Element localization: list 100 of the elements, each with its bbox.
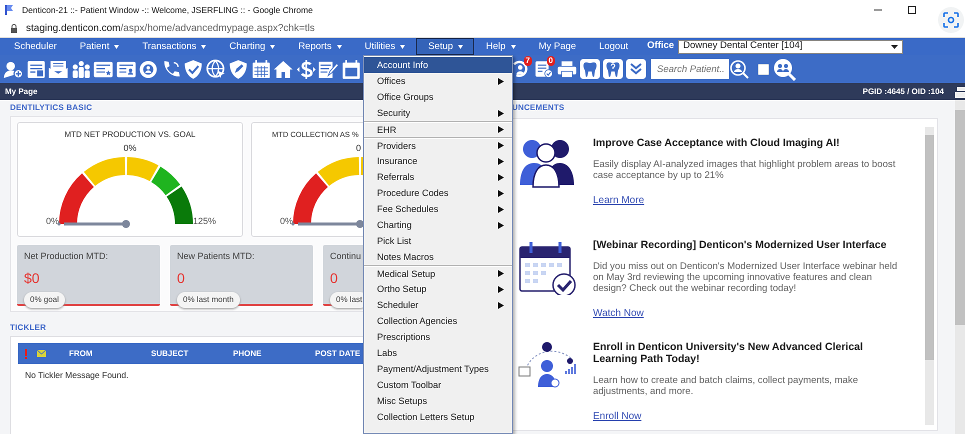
stat-value: $0	[24, 270, 40, 286]
office-label: Office	[647, 39, 674, 54]
priority-icon	[23, 348, 29, 358]
announcement-link[interactable]: Enroll Now	[593, 409, 642, 424]
stat-comparison: 0% last	[330, 292, 363, 308]
announcement-link[interactable]: Watch Now	[593, 306, 644, 321]
notification-badge: 0	[546, 56, 555, 66]
menu-item[interactable]: Payment/Adjustment Types	[364, 361, 512, 377]
caret-icon	[201, 44, 206, 48]
menu-item[interactable]: Referrals	[364, 169, 512, 185]
menu-item[interactable]: Insurance	[364, 153, 512, 169]
menu-item[interactable]: Ortho Setup	[364, 281, 512, 297]
submenu-arrow-icon	[498, 174, 504, 180]
menu-item[interactable]: Offices	[364, 73, 512, 89]
nav-menu-item[interactable]: My Page	[526, 38, 588, 55]
nav-menu-item[interactable]: Logout	[587, 38, 640, 55]
dollar-icon[interactable]	[296, 58, 316, 80]
announcement-text: Learn how to create and batch claims, collect payments, make adjustments, and more.	[593, 375, 860, 397]
stat-label: Net Production MTD:	[24, 250, 110, 263]
menu-item[interactable]: Misc Setups	[364, 393, 512, 409]
tooth-help-icon[interactable]	[603, 59, 623, 79]
menu-item[interactable]: Account Info	[364, 57, 512, 73]
chevron-down-icon[interactable]	[626, 59, 646, 79]
page-ids: PGID :4645 / OID :104	[862, 86, 944, 98]
announcement-title: Improve Case Acceptance with Cloud Imaging AI!	[593, 137, 841, 149]
printer-icon[interactable]	[557, 59, 577, 79]
nav-menu-item[interactable]: Transactions	[130, 38, 218, 55]
menu-item[interactable]: Charting	[364, 217, 512, 233]
menu-item[interactable]: Fee Schedules	[364, 201, 512, 217]
menu-item[interactable]: Pick List	[364, 233, 512, 249]
caret-icon	[336, 44, 342, 48]
menu-item[interactable]: Security	[364, 105, 512, 121]
submenu-arrow-icon	[498, 190, 504, 196]
scrollbar-thumb[interactable]	[955, 110, 965, 325]
globe-cursor-icon[interactable]	[206, 58, 226, 80]
nav-menu-item[interactable]: Setup	[416, 38, 474, 55]
print-icon[interactable]	[955, 86, 965, 100]
column-header[interactable]: PHONE	[233, 348, 262, 358]
url-host: staging.denticon.com	[26, 22, 121, 36]
announcement-text: Did you miss out on Denticon's Modernized User Interface webinar held on May 3rd reviewing the upcoming innovative features and clean design? Check out the webinar recording today!	[593, 261, 898, 294]
menu-item[interactable]: Providers	[364, 137, 512, 153]
announcement-link[interactable]: Learn More	[593, 193, 644, 208]
task-list-icon[interactable]	[534, 59, 554, 79]
menu-item[interactable]: Collection Letters Setup	[364, 409, 512, 425]
shield-pen-icon[interactable]	[228, 58, 248, 80]
submenu-arrow-icon	[498, 286, 504, 292]
stat-label: New Patients MTD:	[177, 250, 256, 263]
gauge-color-bands	[293, 156, 363, 224]
nav-menu-item[interactable]: Reports	[286, 38, 353, 55]
menu-item[interactable]: Labs	[364, 345, 512, 361]
tooth-icon[interactable]	[580, 59, 600, 79]
caret-icon	[114, 44, 120, 48]
search-field[interactable]: Search Patient...	[651, 59, 731, 79]
nav-menu-item[interactable]: Charting	[217, 38, 286, 55]
menu-item[interactable]: Office Groups	[364, 89, 512, 105]
nav-menu-item[interactable]: Help	[474, 38, 527, 55]
shield-check-icon[interactable]	[183, 58, 204, 80]
menu-item[interactable]: Custom Toolbar	[364, 377, 512, 393]
submenu-arrow-icon	[498, 142, 504, 149]
calendar-check-icon	[518, 239, 578, 295]
group-search-icon[interactable]	[772, 57, 796, 81]
calendar-tag-icon[interactable]	[340, 58, 361, 80]
document-icon[interactable]	[26, 58, 46, 80]
submenu-arrow-icon	[498, 110, 504, 116]
stat-comparison: 0% goal	[24, 292, 65, 308]
people-icon[interactable]	[70, 58, 91, 80]
notification-badge: 7	[524, 56, 532, 66]
announcement-text: Easily display AI-analyzed images that highlight problem areas to boost case acceptance by up to 21%	[593, 159, 896, 181]
menu-item[interactable]: Procedure Codes	[364, 185, 512, 201]
submenu-arrow-icon	[498, 126, 504, 133]
menu-item[interactable]: Prescriptions	[364, 329, 512, 345]
lens-icon[interactable]	[938, 7, 964, 33]
caret-icon	[510, 44, 516, 48]
nav-menu-item[interactable]: Scheduler	[2, 38, 68, 55]
menu-item[interactable]: Notes Macros	[364, 249, 512, 265]
group-search-checkbox[interactable]	[758, 64, 769, 74]
maximize-icon[interactable]	[907, 5, 917, 15]
nav-menu-item[interactable]: Patient	[68, 38, 130, 55]
menu-item[interactable]: Scheduler	[364, 297, 512, 313]
section-heading: TICKLER	[10, 322, 48, 334]
gauge-value: 0	[356, 143, 362, 153]
menu-item[interactable]: EHR	[364, 121, 512, 137]
nav-menu-item[interactable]: Utilities	[352, 38, 416, 55]
column-header[interactable]: POST DATE	[315, 348, 360, 358]
calendar-icon[interactable]	[250, 58, 271, 80]
gauge-needle	[64, 220, 130, 228]
column-header[interactable]: FROM	[69, 348, 93, 358]
office-select[interactable]: Downey Dental Center [104]	[678, 40, 904, 54]
stat-value: 0	[330, 270, 338, 286]
scrollbar-thumb[interactable]	[925, 135, 934, 360]
house-icon[interactable]	[273, 58, 294, 80]
caret-icon	[458, 44, 464, 48]
column-header[interactable]: SUBJECT	[151, 348, 188, 358]
url-path: /aspx/home/advancedmypage.aspx?chk=tls	[120, 22, 315, 36]
menu-item[interactable]: Collection Agencies	[364, 313, 512, 329]
gauge-min-label: 0%	[46, 215, 60, 228]
mail-icon[interactable]	[48, 58, 68, 80]
page-title: My Page	[5, 86, 38, 98]
empty-message: No Tickler Message Found.	[24, 369, 130, 382]
menu-item[interactable]: Medical Setup	[364, 265, 512, 281]
